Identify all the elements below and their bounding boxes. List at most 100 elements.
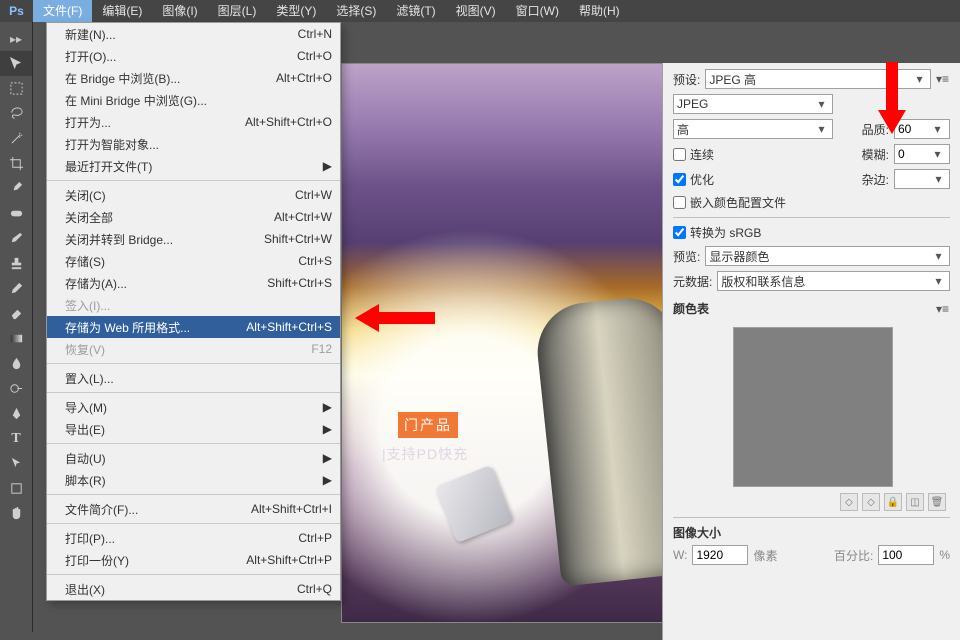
menu-shortcut: F12	[311, 342, 332, 356]
marquee-tool[interactable]	[0, 76, 32, 101]
swatch-btn-1[interactable]: ◇	[840, 493, 858, 511]
preview-label: 预览:	[673, 248, 700, 265]
menu-separator	[47, 574, 340, 575]
menu-item-20[interactable]: 导出(E)▶	[47, 418, 340, 440]
width-label: W:	[673, 548, 687, 562]
color-table-toolbar: ◇ ◇ 🔒 ◫ 🗑	[673, 493, 950, 511]
menu-item-6[interactable]: 最近打开文件(T)▶	[47, 155, 340, 177]
history-brush-tool[interactable]	[0, 276, 32, 301]
shape-tool[interactable]	[0, 476, 32, 501]
menu-item-11[interactable]: 存储(S)Ctrl+S	[47, 250, 340, 272]
dodge-tool[interactable]	[0, 376, 32, 401]
menu-help[interactable]: 帮助(H)	[569, 0, 630, 22]
menu-item-19[interactable]: 导入(M)▶	[47, 396, 340, 418]
menu-item-17[interactable]: 置入(L)...	[47, 367, 340, 389]
embed-profile-checkbox[interactable]: 嵌入颜色配置文件	[673, 194, 786, 211]
quality-preset-select[interactable]: 高 ▾	[673, 119, 833, 139]
move-tool[interactable]	[0, 51, 32, 76]
submenu-arrow-icon: ▶	[323, 451, 332, 465]
menu-file[interactable]: 文件(F)	[33, 0, 92, 22]
hand-tool[interactable]	[0, 501, 32, 526]
menu-edit[interactable]: 编辑(E)	[92, 0, 152, 22]
menu-item-14[interactable]: 存储为 Web 所用格式...Alt+Shift+Ctrl+S	[47, 316, 340, 338]
percent-unit: %	[939, 548, 950, 562]
menu-item-label: 退出(X)	[65, 581, 105, 598]
crop-tool[interactable]	[0, 151, 32, 176]
color-table-flyout-icon[interactable]: ▾≡	[936, 302, 950, 316]
menu-window[interactable]: 窗口(W)	[506, 0, 569, 22]
quality-preset-value: 高	[677, 121, 689, 138]
menu-item-1[interactable]: 打开(O)...Ctrl+O	[47, 45, 340, 67]
convert-srgb-checkbox[interactable]: 转换为 sRGB	[673, 224, 761, 241]
swatch-btn-4[interactable]: ◫	[906, 493, 924, 511]
menu-image[interactable]: 图像(I)	[152, 0, 207, 22]
expand-icon[interactable]: ▸▸	[0, 26, 32, 51]
preview-value: 显示器颜色	[709, 248, 769, 265]
color-table-title: 颜色表	[673, 300, 709, 317]
wand-tool[interactable]	[0, 126, 32, 151]
save-for-web-panel: 预设: JPEG 高 ▾ ▾≡ JPEG ▾ 高 ▾ 品质: ▾ 连续 模糊: …	[662, 63, 960, 640]
chevron-down-icon: ▾	[931, 172, 946, 186]
eyedropper-tool[interactable]	[0, 176, 32, 201]
menu-item-label: 打开(O)...	[65, 48, 116, 65]
lasso-tool[interactable]	[0, 101, 32, 126]
format-select[interactable]: JPEG ▾	[673, 94, 833, 114]
menubar: Ps 文件(F) 编辑(E) 图像(I) 图层(L) 类型(Y) 选择(S) 滤…	[0, 0, 960, 22]
menu-item-3[interactable]: 在 Mini Bridge 中浏览(G)...	[47, 89, 340, 111]
menu-item-23[interactable]: 脚本(R)▶	[47, 469, 340, 491]
menu-type[interactable]: 类型(Y)	[266, 0, 326, 22]
menu-item-label: 置入(L)...	[65, 370, 114, 387]
swatch-btn-3[interactable]: 🔒	[884, 493, 902, 511]
tools-palette: ▸▸ T	[0, 22, 33, 632]
blur-tool[interactable]	[0, 351, 32, 376]
menu-item-0[interactable]: 新建(N)...Ctrl+N	[47, 23, 340, 45]
path-select-tool[interactable]	[0, 451, 32, 476]
menu-item-4[interactable]: 打开为...Alt+Shift+Ctrl+O	[47, 111, 340, 133]
menu-view[interactable]: 视图(V)	[446, 0, 506, 22]
chevron-down-icon: ▾	[930, 122, 945, 136]
menu-layer[interactable]: 图层(L)	[208, 0, 267, 22]
preview-select[interactable]: 显示器颜色 ▾	[705, 246, 950, 266]
pen-tool[interactable]	[0, 401, 32, 426]
menu-select[interactable]: 选择(S)	[326, 0, 386, 22]
type-tool[interactable]: T	[0, 426, 32, 451]
brush-tool[interactable]	[0, 226, 32, 251]
menu-item-label: 文件简介(F)...	[65, 501, 138, 518]
percent-spinner[interactable]	[878, 545, 934, 565]
menu-item-8[interactable]: 关闭(C)Ctrl+W	[47, 184, 340, 206]
swatch-btn-5[interactable]: 🗑	[928, 493, 946, 511]
menu-filter[interactable]: 滤镜(T)	[386, 0, 445, 22]
menu-item-9[interactable]: 关闭全部Alt+Ctrl+W	[47, 206, 340, 228]
stamp-tool[interactable]	[0, 251, 32, 276]
width-input[interactable]	[696, 548, 728, 562]
menu-item-10[interactable]: 关闭并转到 Bridge...Shift+Ctrl+W	[47, 228, 340, 250]
width-spinner[interactable]	[692, 545, 748, 565]
menu-item-2[interactable]: 在 Bridge 中浏览(B)...Alt+Ctrl+O	[47, 67, 340, 89]
menu-item-25[interactable]: 文件简介(F)...Alt+Shift+Ctrl+I	[47, 498, 340, 520]
menu-item-12[interactable]: 存储为(A)...Shift+Ctrl+S	[47, 272, 340, 294]
blur-spinner[interactable]: ▾	[894, 144, 950, 164]
menu-item-22[interactable]: 自动(U)▶	[47, 447, 340, 469]
menu-item-label: 打印一份(Y)	[65, 552, 129, 569]
menu-shortcut: Alt+Shift+Ctrl+O	[245, 115, 332, 129]
eraser-tool[interactable]	[0, 301, 32, 326]
menu-item-label: 关闭(C)	[65, 187, 106, 204]
matte-select[interactable]: ▾	[894, 169, 950, 189]
heal-tool[interactable]	[0, 201, 32, 226]
panel-flyout-icon[interactable]: ▾≡	[936, 72, 950, 86]
swatch-btn-2[interactable]: ◇	[862, 493, 880, 511]
progressive-checkbox[interactable]: 连续	[673, 146, 714, 163]
menu-item-label: 存储(S)	[65, 253, 105, 270]
menu-item-5[interactable]: 打开为智能对象...	[47, 133, 340, 155]
menu-item-30[interactable]: 退出(X)Ctrl+Q	[47, 578, 340, 600]
blur-input[interactable]	[898, 147, 930, 161]
metadata-select[interactable]: 版权和联系信息 ▾	[717, 271, 950, 291]
annotation-arrow-left	[355, 298, 435, 338]
percent-input[interactable]	[882, 548, 914, 562]
gradient-tool[interactable]	[0, 326, 32, 351]
menu-item-28[interactable]: 打印一份(Y)Alt+Shift+Ctrl+P	[47, 549, 340, 571]
optimized-checkbox[interactable]: 优化	[673, 171, 714, 188]
metadata-label: 元数据:	[673, 273, 712, 290]
menu-item-27[interactable]: 打印(P)...Ctrl+P	[47, 527, 340, 549]
chevron-down-icon: ▾	[930, 147, 945, 161]
